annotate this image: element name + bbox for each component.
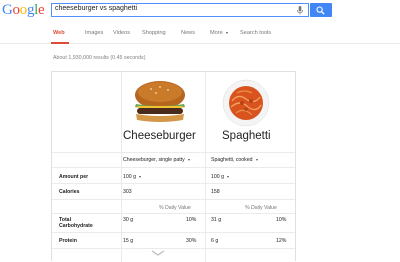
calories-cheeseburger: 303 [123,189,132,195]
serving-value: Cheeseburger, single patty [123,157,185,163]
row-divider [52,232,295,233]
google-logo[interactable]: Google [2,2,45,19]
logo-letter: G [2,2,13,18]
tab-shopping[interactable]: Shopping [142,30,166,36]
logo-letter: o [19,2,28,18]
logo-letter: o [12,2,21,18]
search-button[interactable] [310,3,332,17]
nutrition-comparison-card: Cheeseburger Spaghetti Cheeseburger, sin… [51,71,296,262]
serving-select-cheeseburger[interactable]: Cheeseburger, single patty [123,157,190,163]
search-icon [316,6,325,15]
daily-value-header: % Daily Value [159,205,191,211]
serving-value: Spaghetti, cooked [211,157,253,163]
protein-grams-cheeseburger: 15 g [123,238,134,244]
logo-letter: g [26,2,35,18]
cheeseburger-image[interactable] [133,80,187,124]
food-name-spaghetti: Spaghetti [222,130,271,142]
amount-value: 100 g [123,174,136,180]
row-divider [52,183,295,184]
protein-dv-cheeseburger: 30% [186,238,197,244]
search-tabs: Web Images Videos Shopping News More Sea… [0,27,400,44]
amount-select-spaghetti[interactable]: 100 g [211,174,229,180]
row-divider [52,213,295,214]
spaghetti-image[interactable] [222,79,270,127]
chevron-down-icon [255,158,258,161]
tab-search-tools[interactable]: Search tools [240,30,271,36]
row-divider [52,167,295,168]
serving-select-spaghetti[interactable]: Spaghetti, cooked [211,157,258,163]
tab-more[interactable]: More [210,30,228,36]
tab-web[interactable]: Web [53,30,65,36]
protein-grams-spaghetti: 6 g [211,238,219,244]
total-carb-label-line2: Carbohydrate [59,223,93,229]
carb-dv-spaghetti: 10% [276,217,287,223]
search-input[interactable]: cheeseburger vs spaghetti [51,3,309,17]
active-tab-indicator [51,42,69,44]
tab-more-label: More [210,30,223,36]
amount-select-cheeseburger[interactable]: 100 g [123,174,141,180]
calories-label: Calories [59,189,80,195]
tab-images[interactable]: Images [85,30,103,36]
amount-value: 100 g [211,174,224,180]
microphone-icon[interactable] [296,6,304,15]
row-divider [52,152,295,153]
chevron-down-icon [225,31,228,34]
logo-letter: e [38,2,45,18]
food-name-cheeseburger: Cheeseburger [123,130,196,142]
carb-grams-cheeseburger: 30 g [123,217,134,223]
carb-dv-cheeseburger: 10% [186,217,197,223]
results-count: About 1,930,000 results (0.45 seconds) [53,55,146,61]
header-bar: Google cheeseburger vs spaghetti [0,0,400,21]
carb-grams-spaghetti: 31 g [211,217,222,223]
chevron-down-icon [138,175,141,178]
chevron-down-icon [226,175,229,178]
amount-per-label: Amount per [59,174,89,180]
expand-chevron-icon[interactable] [151,250,165,256]
calories-spaghetti: 158 [211,189,220,195]
chevron-down-icon [187,158,190,161]
search-query-text[interactable]: cheeseburger vs spaghetti [55,5,137,12]
daily-value-header: % Daily Value [245,205,277,211]
tab-videos[interactable]: Videos [113,30,130,36]
tab-news[interactable]: News [181,30,195,36]
protein-dv-spaghetti: 12% [276,238,287,244]
row-divider [52,199,295,200]
row-divider [52,248,295,249]
protein-label: Protein [59,238,77,244]
